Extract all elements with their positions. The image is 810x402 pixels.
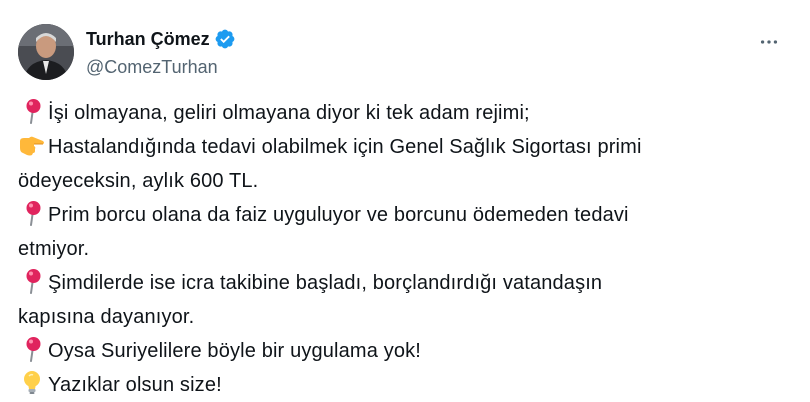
tweet-line: Yazıklar olsun size! — [18, 368, 798, 402]
tweet-line: Şimdilerde ise icra takibine başladı, bo… — [18, 266, 798, 300]
author-names: Turhan Çömez @ComezTurhan — [86, 27, 236, 78]
round-pushpin-icon — [18, 98, 46, 124]
tweet-card: Turhan Çömez @ComezTurhan İşi olmayana, … — [0, 0, 810, 401]
tweet-header: Turhan Çömez @ComezTurhan — [18, 24, 792, 82]
more-options-button[interactable] — [752, 28, 786, 56]
tweet-line: etmiyor. — [18, 232, 798, 266]
verified-badge-icon[interactable] — [214, 28, 236, 50]
display-name[interactable]: Turhan Çömez — [86, 29, 210, 50]
round-pushpin-icon — [18, 336, 46, 362]
tweet-line: Prim borcu olana da faiz uyguluyor ve bo… — [18, 198, 798, 232]
avatar[interactable] — [18, 24, 74, 80]
avatar-image — [18, 24, 74, 80]
tweet-line-text: Oysa Suriyelilere böyle bir uygulama yok… — [48, 340, 421, 362]
more-horizontal-icon — [760, 40, 778, 44]
tweet-line: ödeyeceksin, aylık 600 TL. — [18, 164, 798, 198]
tweet-line-text: kapısına dayanıyor. — [18, 306, 195, 328]
tweet-line: Hastalandığında tedavi olabilmek için Ge… — [18, 130, 798, 164]
tweet-text: İşi olmayana, geliri olmayana diyor ki t… — [18, 96, 798, 402]
tweet-line-text: Şimdilerde ise icra takibine başladı, bo… — [48, 272, 603, 294]
tweet-line-text: etmiyor. — [18, 238, 90, 260]
tweet-line-text: Prim borcu olana da faiz uyguluyor ve bo… — [48, 204, 629, 226]
round-pushpin-icon — [18, 200, 46, 226]
tweet-line-text: Yazıklar olsun size! — [48, 374, 222, 396]
tweet-line: İşi olmayana, geliri olmayana diyor ki t… — [18, 96, 798, 130]
tweet-line-text: İşi olmayana, geliri olmayana diyor ki t… — [48, 102, 530, 124]
tweet-line-text: Hastalandığında tedavi olabilmek için Ge… — [48, 136, 642, 158]
author-handle[interactable]: @ComezTurhan — [86, 57, 236, 78]
round-pushpin-icon — [18, 268, 46, 294]
light-bulb-icon — [18, 370, 46, 396]
tweet-line: kapısına dayanıyor. — [18, 300, 798, 334]
display-name-row: Turhan Çömez — [86, 27, 236, 51]
backhand-index-pointing-right-icon — [18, 132, 46, 158]
tweet-line: Oysa Suriyelilere böyle bir uygulama yok… — [18, 334, 798, 368]
tweet-line-text: ödeyeceksin, aylık 600 TL. — [18, 170, 259, 192]
